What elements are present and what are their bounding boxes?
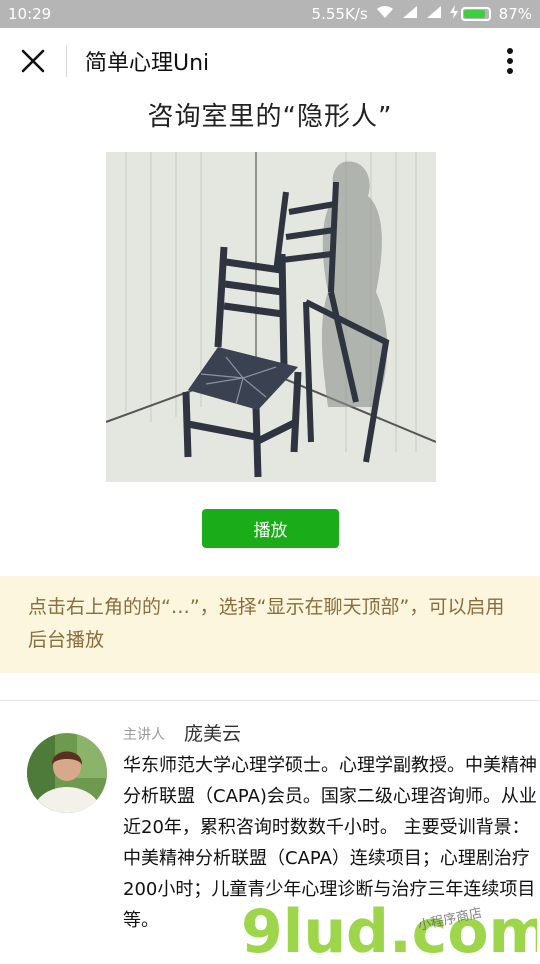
speaker-avatar: [27, 733, 107, 813]
battery-percent: 87%: [498, 5, 532, 23]
cover-image: [105, 152, 437, 482]
more-vertical-icon: [507, 48, 513, 74]
speaker-label: 主讲人: [123, 727, 165, 743]
wifi-icon: [376, 5, 394, 23]
status-bar: 10:29 5.55K/s 87%: [0, 0, 540, 28]
article-title: 咨询室里的“隐形人”: [147, 102, 393, 132]
close-button[interactable]: [0, 28, 66, 94]
speaker-name: 庞美云: [184, 723, 242, 745]
network-speed: 5.55K/s: [311, 5, 368, 23]
status-right: 5.55K/s 87%: [312, 5, 532, 23]
nav-divider: [66, 45, 67, 77]
battery-icon: [460, 7, 491, 21]
signal-icon: [402, 5, 418, 23]
charging-icon: [449, 5, 458, 23]
background-play-tip: 点击右上角的的“…”，选择“显示在聊天顶部”，可以启用后台播放: [0, 576, 540, 673]
status-time: 10:29: [8, 5, 52, 23]
play-button[interactable]: 播放: [202, 509, 339, 548]
page-title: 简单心理Uni: [85, 51, 210, 76]
nav-bar: 简单心理Uni: [0, 28, 540, 94]
site-watermark: 9lud.com 小程序商店: [237, 892, 540, 964]
section-divider: [0, 700, 540, 701]
signal-icon-2: [426, 5, 442, 23]
battery-indicator: [449, 5, 491, 23]
close-icon: [21, 49, 45, 73]
more-button[interactable]: [480, 28, 540, 94]
watermark-logo: 9lud.com: [241, 897, 537, 960]
